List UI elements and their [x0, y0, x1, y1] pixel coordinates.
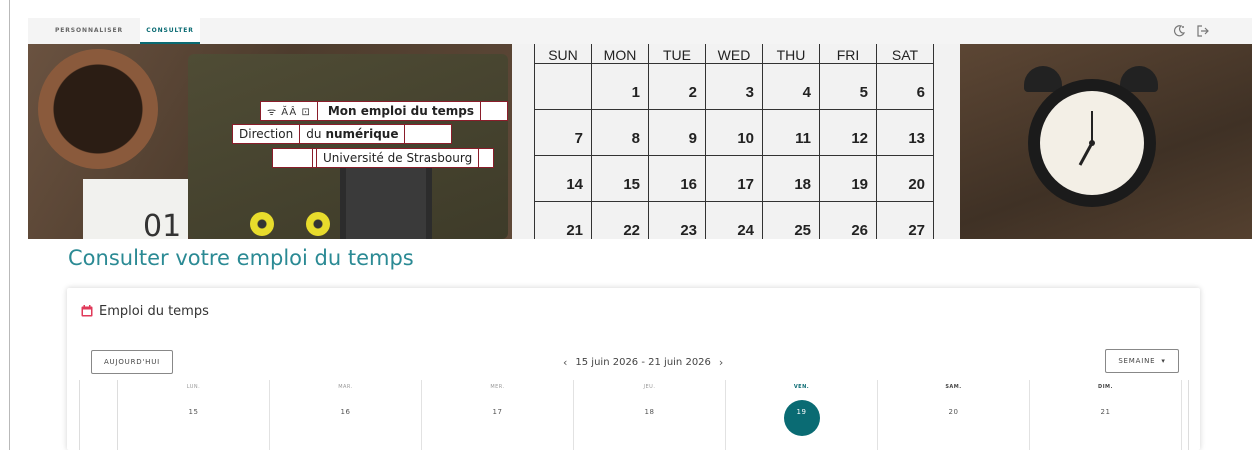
logo-numerique: numérique — [325, 127, 399, 141]
calendar-cell: 17 — [705, 155, 763, 202]
card-title: Emploi du temps — [99, 303, 209, 319]
calendar-cell: 10 — [705, 109, 763, 156]
day-column-thu[interactable]: JEU. 18 — [574, 380, 726, 450]
day-name: LUN. — [186, 384, 201, 390]
calendar-cell: 5 — [819, 63, 877, 110]
day-name: JEU. — [643, 384, 656, 390]
calendar-icon — [81, 305, 93, 317]
calendar-cell: 9 — [648, 109, 706, 156]
coffee-cup-image — [38, 49, 158, 169]
calendar-photo-table: SUN MON TUE WED THU FRI SAT 1 2 3 4 5 6 … — [534, 44, 934, 239]
logo-university: Université de Strasbourg — [317, 149, 480, 167]
calendar-cell: 3 — [705, 63, 763, 110]
weekday-label: FRI — [819, 44, 877, 64]
calendar-cell: 19 — [819, 155, 877, 202]
paper-image: 01 — [83, 179, 188, 239]
weekday-label: MON — [591, 44, 649, 64]
weekday-label: SUN — [534, 44, 592, 64]
binder-clip-image — [250, 212, 274, 236]
top-navigation: PERSONNALISER CONSULTER — [28, 18, 1252, 44]
date-range-navigator: ‹ 15 juin 2026 - 21 juin 2026 › — [555, 354, 731, 370]
day-column-sun[interactable]: DIM. 21 — [1030, 380, 1182, 450]
calendar-cell: 24 — [705, 201, 763, 239]
logo-line-2: Direction du numérique — [232, 124, 453, 144]
day-number: 18 — [644, 408, 655, 416]
calendar-cell: 25 — [762, 201, 820, 239]
day-column-fri[interactable]: VEN. 19 — [726, 380, 878, 450]
calendar-cell: 6 — [876, 63, 934, 110]
calendar-cell: 11 — [762, 109, 820, 156]
day-name: VEN. — [793, 384, 810, 390]
day-column-wed[interactable]: MER. 17 — [422, 380, 574, 450]
calendar-cell: 2 — [648, 63, 706, 110]
calendar-cell: 27 — [876, 201, 934, 239]
day-number: 20 — [948, 408, 959, 416]
day-name: MAR. — [338, 384, 353, 390]
calendar-cell: 23 — [648, 201, 706, 239]
day-number: 15 — [188, 408, 199, 416]
week-grid: LUN. 15 MAR. 16 MER. 17 JEU. 18 VEN. 19 … — [79, 380, 1189, 450]
weekday-label: TUE — [648, 44, 706, 64]
calendar-cell: 18 — [762, 155, 820, 202]
paper-text: 01 — [143, 209, 182, 239]
calendar-photo: SUN MON TUE WED THU FRI SAT 1 2 3 4 5 6 … — [512, 44, 960, 239]
calendar-cell: 7 — [534, 109, 592, 156]
weekday-label: WED — [705, 44, 763, 64]
schedule-card: Emploi du temps AUJOURD'HUI ‹ 15 juin 20… — [67, 288, 1200, 450]
calendar-cell: 26 — [819, 201, 877, 239]
binder-clip-image — [306, 212, 330, 236]
calendar-cell: 8 — [591, 109, 649, 156]
theme-toggle-icon[interactable] — [1170, 22, 1188, 40]
weekday-label: THU — [762, 44, 820, 64]
logo-line-3: Université de Strasbourg — [272, 148, 495, 168]
alarm-clock-image — [1028, 79, 1156, 207]
time-gutter — [80, 380, 118, 450]
calendar-cell: 15 — [591, 155, 649, 202]
weekday-label: SAT — [876, 44, 934, 64]
logout-icon[interactable] — [1194, 22, 1212, 40]
logo-symbols: ᯤ ĂÂ ⊡ — [261, 102, 318, 120]
chevron-down-icon: ▾ — [1161, 357, 1166, 365]
page-title: Consulter votre emploi du temps — [68, 246, 414, 270]
logo-app-name: Mon emploi du temps — [327, 104, 475, 118]
calendar-cell: 21 — [534, 201, 592, 239]
day-name: SAM. — [945, 384, 962, 390]
day-column-sat[interactable]: SAM. 20 — [878, 380, 1030, 450]
tab-personnaliser[interactable]: PERSONNALISER — [28, 18, 140, 44]
calendar-cell: 14 — [534, 155, 592, 202]
day-number: 19 — [796, 408, 807, 416]
calendar-cell — [534, 63, 592, 110]
calendar-cell: 22 — [591, 201, 649, 239]
day-column-tue[interactable]: MAR. 16 — [270, 380, 422, 450]
calendar-cell: 4 — [762, 63, 820, 110]
logo-direction: Direction — [233, 125, 301, 143]
tab-consulter[interactable]: CONSULTER — [140, 18, 200, 44]
day-name: DIM. — [1098, 384, 1113, 390]
day-column-mon[interactable]: LUN. 15 — [118, 380, 270, 450]
next-week-button[interactable]: › — [711, 356, 731, 369]
date-range-label: 15 juin 2026 - 21 juin 2026 — [575, 356, 711, 368]
calendar-cell: 16 — [648, 155, 706, 202]
today-button[interactable]: AUJOURD'HUI — [91, 350, 173, 374]
calendar-cell: 12 — [819, 109, 877, 156]
calendar-cell: 20 — [876, 155, 934, 202]
logo-du: du — [306, 127, 322, 141]
calendar-cell: 1 — [591, 63, 649, 110]
calendar-cell: 13 — [876, 109, 934, 156]
view-select-label: SEMAINE — [1118, 357, 1156, 365]
day-number: 17 — [492, 408, 503, 416]
view-select-button[interactable]: SEMAINE ▾ — [1105, 349, 1179, 373]
day-number: 16 — [340, 408, 351, 416]
previous-week-button[interactable]: ‹ — [555, 356, 575, 369]
day-number: 21 — [1100, 408, 1111, 416]
left-border — [9, 0, 10, 450]
logo-line-1: ᯤ ĂÂ ⊡ Mon emploi du temps — [260, 101, 509, 121]
today-indicator — [784, 400, 820, 436]
header-banner: 01 SUN MON TUE WED THU FRI SAT 1 2 3 4 5… — [28, 44, 1252, 239]
day-name: MER. — [490, 384, 505, 390]
tablet-image — [340, 162, 432, 239]
